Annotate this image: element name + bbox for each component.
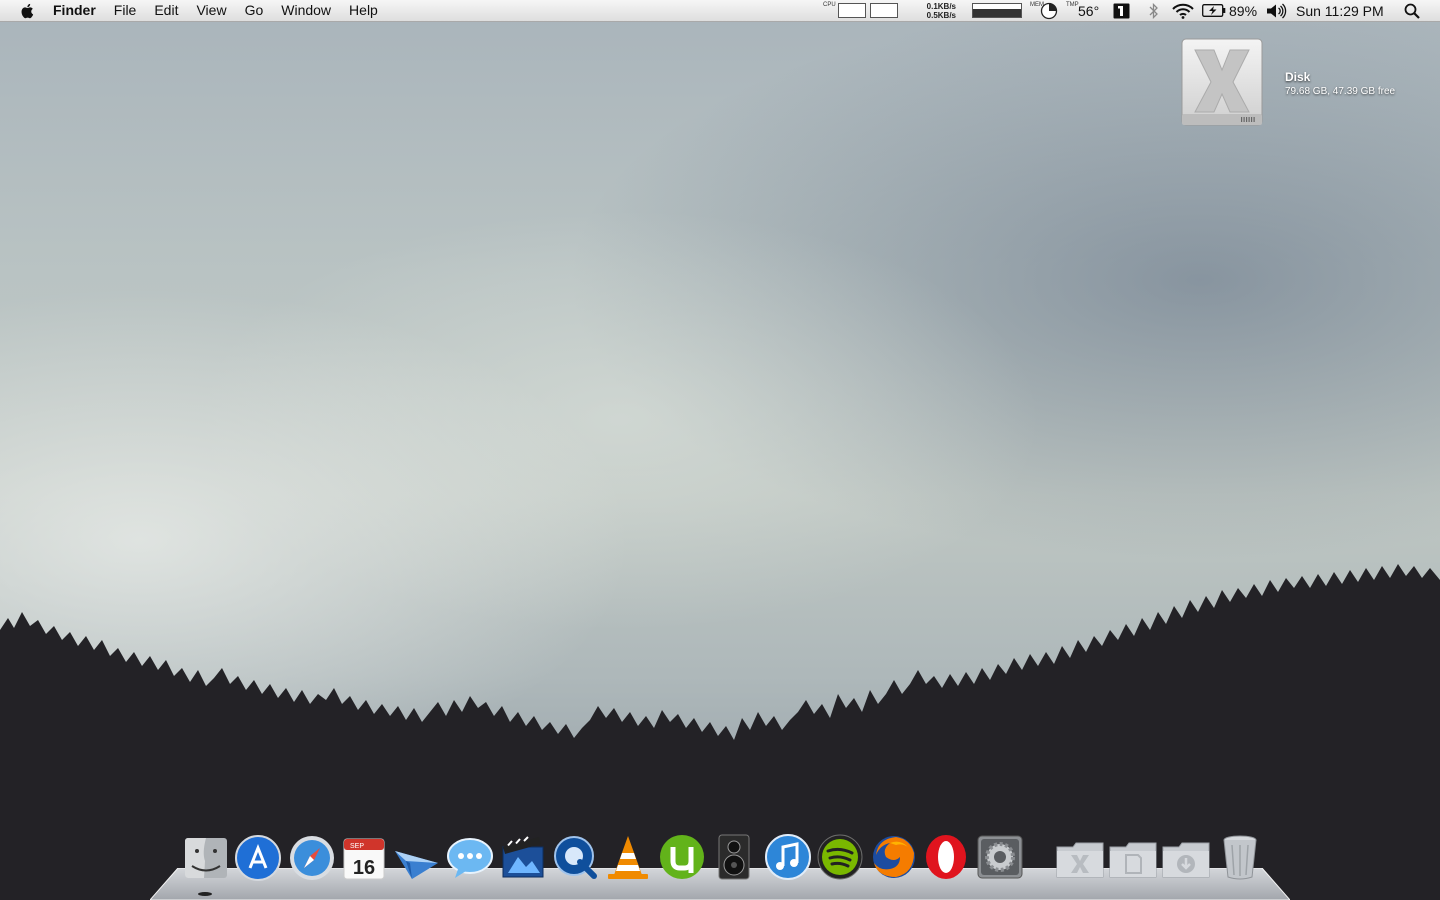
opera-icon[interactable] [922, 833, 970, 881]
menu-file[interactable]: File [105, 0, 146, 21]
disk-name: Disk [1285, 70, 1311, 84]
battery-charging-icon [1202, 4, 1226, 17]
system-preferences-icon[interactable] [976, 833, 1024, 881]
wifi-icon[interactable] [1172, 3, 1194, 19]
disk-drive-icon[interactable] [1181, 38, 1263, 128]
cpu-graph-1 [838, 3, 866, 18]
spotlight-search-icon[interactable] [1404, 3, 1420, 19]
itunes-icon[interactable] [764, 833, 812, 881]
menu-window[interactable]: Window [272, 0, 340, 21]
finder-running-indicator [198, 892, 212, 896]
calendar-day: 16 [353, 857, 375, 879]
menubar-clock[interactable]: Sun 11:29 PM [1296, 0, 1384, 21]
cpu-label: CPU [823, 2, 836, 8]
onepassword-icon[interactable] [1113, 3, 1130, 19]
mem-label: MEM [1030, 2, 1044, 8]
network-graph [972, 3, 1022, 18]
temperature-value: 56° [1078, 2, 1100, 19]
trash-icon[interactable] [1216, 833, 1264, 881]
menu-edit[interactable]: Edit [145, 0, 187, 21]
disk-capacity-info: 79.68 GB, 47.39 GB free [1285, 86, 1396, 97]
battery-percentage: 89% [1229, 2, 1258, 19]
apple-menu-icon[interactable] [19, 2, 37, 20]
quicktime-icon[interactable] [552, 833, 600, 881]
net-up-rate: 0.1KB/s [926, 2, 956, 11]
menu-help[interactable]: Help [340, 0, 387, 21]
calendar-month: SEP [350, 843, 364, 850]
menu-bar: Finder File Edit View Go Window Help CPU… [0, 0, 1440, 22]
finder-icon[interactable] [182, 833, 230, 881]
app-store-icon[interactable] [234, 833, 282, 881]
imovie-icon[interactable] [498, 833, 546, 881]
safari-icon[interactable] [288, 833, 336, 881]
bluetooth-icon[interactable] [1148, 3, 1159, 19]
documents-folder-icon[interactable] [1108, 833, 1158, 881]
temp-label: TMP [1066, 2, 1079, 8]
messages-icon[interactable] [446, 833, 494, 881]
cpu-graph-2 [870, 3, 898, 18]
utorrent-icon[interactable] [658, 833, 706, 881]
firefox-icon[interactable] [870, 833, 918, 881]
spotify-icon[interactable] [816, 833, 864, 881]
net-down-rate: 0.5KB/s [926, 11, 956, 20]
disk-label: Disk 79.68 GB, 47.39 GB free [1285, 70, 1395, 99]
menu-go[interactable]: Go [236, 0, 273, 21]
downloads-folder-icon[interactable] [1161, 833, 1211, 881]
memory-pie-icon [1040, 2, 1058, 20]
sparrow-mail-icon[interactable] [392, 833, 440, 881]
volume-icon[interactable] [1266, 3, 1287, 19]
applications-folder-icon[interactable] [1055, 833, 1105, 881]
speaker-app-icon[interactable] [710, 833, 758, 881]
calendar-icon[interactable]: SEP 16 [340, 833, 388, 881]
menu-app-name[interactable]: Finder [53, 0, 105, 21]
menu-view[interactable]: View [187, 0, 235, 21]
vlc-icon[interactable] [604, 833, 652, 881]
forest-silhouette [0, 564, 1440, 900]
